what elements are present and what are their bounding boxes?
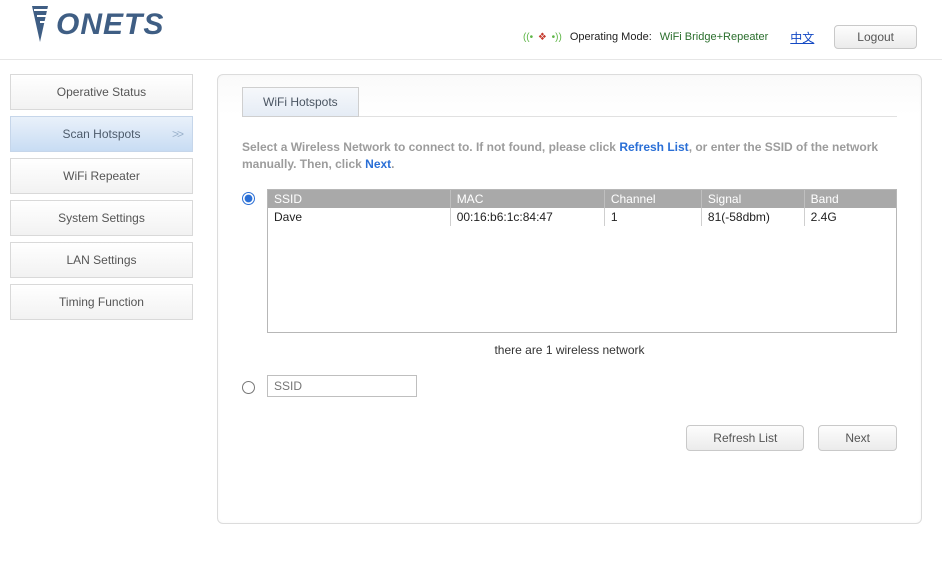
- table-header: SSID MAC Channel Signal Band: [268, 190, 896, 208]
- svg-text:ONETS: ONETS: [56, 8, 164, 41]
- col-signal: Signal: [702, 190, 805, 208]
- sidebar-item-label: Operative Status: [57, 85, 146, 99]
- cell-mac: 00:16:b6:1c:84:47: [451, 208, 605, 226]
- language-link[interactable]: 中文: [790, 29, 814, 46]
- sidebar-item-scan-hotspots[interactable]: Scan Hotspots >>: [10, 116, 193, 152]
- network-count: there are 1 wireless network: [242, 343, 897, 357]
- network-table: SSID MAC Channel Signal Band Dave 00:16:…: [267, 189, 897, 333]
- col-ssid: SSID: [268, 190, 451, 208]
- col-channel: Channel: [605, 190, 702, 208]
- instruction-text: Select a Wireless Network to connect to.…: [242, 139, 897, 173]
- chevron-right-icon: >>: [172, 127, 182, 141]
- logo: ONETS: [30, 2, 190, 51]
- cell-band: 2.4G: [805, 208, 896, 226]
- cell-ssid: Dave: [268, 208, 451, 226]
- sidebar-item-lan-settings[interactable]: LAN Settings: [10, 242, 193, 278]
- sidebar-item-label: System Settings: [58, 211, 145, 225]
- sidebar-item-label: Scan Hotspots: [62, 127, 140, 141]
- radio-manual-ssid[interactable]: [242, 381, 255, 394]
- ssid-input[interactable]: [267, 375, 417, 397]
- operating-mode-label: Operating Mode:: [570, 31, 652, 43]
- sidebar-item-wifi-repeater[interactable]: WiFi Repeater: [10, 158, 193, 194]
- col-band: Band: [805, 190, 896, 208]
- sidebar-item-label: WiFi Repeater: [63, 169, 140, 183]
- cell-channel: 1: [605, 208, 702, 226]
- sidebar-item-timing-function[interactable]: Timing Function: [10, 284, 193, 320]
- sidebar-item-label: Timing Function: [59, 295, 144, 309]
- sidebar-item-label: LAN Settings: [66, 253, 136, 267]
- sidebar-item-system-settings[interactable]: System Settings: [10, 200, 193, 236]
- sidebar: Operative Status Scan Hotspots >> WiFi R…: [10, 74, 193, 320]
- table-row[interactable]: Dave 00:16:b6:1c:84:47 1 81(-58dbm) 2.4G: [268, 208, 896, 226]
- cell-signal: 81(-58dbm): [702, 208, 805, 226]
- operating-mode-value: WiFi Bridge+Repeater: [660, 31, 769, 43]
- top-bar: ONETS ((• ❖ •)) Operating Mode: WiFi Bri…: [0, 0, 942, 60]
- next-button[interactable]: Next: [818, 425, 897, 451]
- tab-wifi-hotspots[interactable]: WiFi Hotspots: [242, 87, 359, 117]
- refresh-list-button[interactable]: Refresh List: [686, 425, 804, 451]
- signal-icon: ((• ❖ •)): [523, 32, 562, 43]
- sidebar-item-operative-status[interactable]: Operative Status: [10, 74, 193, 110]
- logout-button[interactable]: Logout: [834, 25, 917, 49]
- main-panel: WiFi Hotspots Select a Wireless Network …: [217, 74, 922, 524]
- radio-scan-list[interactable]: [242, 192, 255, 205]
- col-mac: MAC: [451, 190, 605, 208]
